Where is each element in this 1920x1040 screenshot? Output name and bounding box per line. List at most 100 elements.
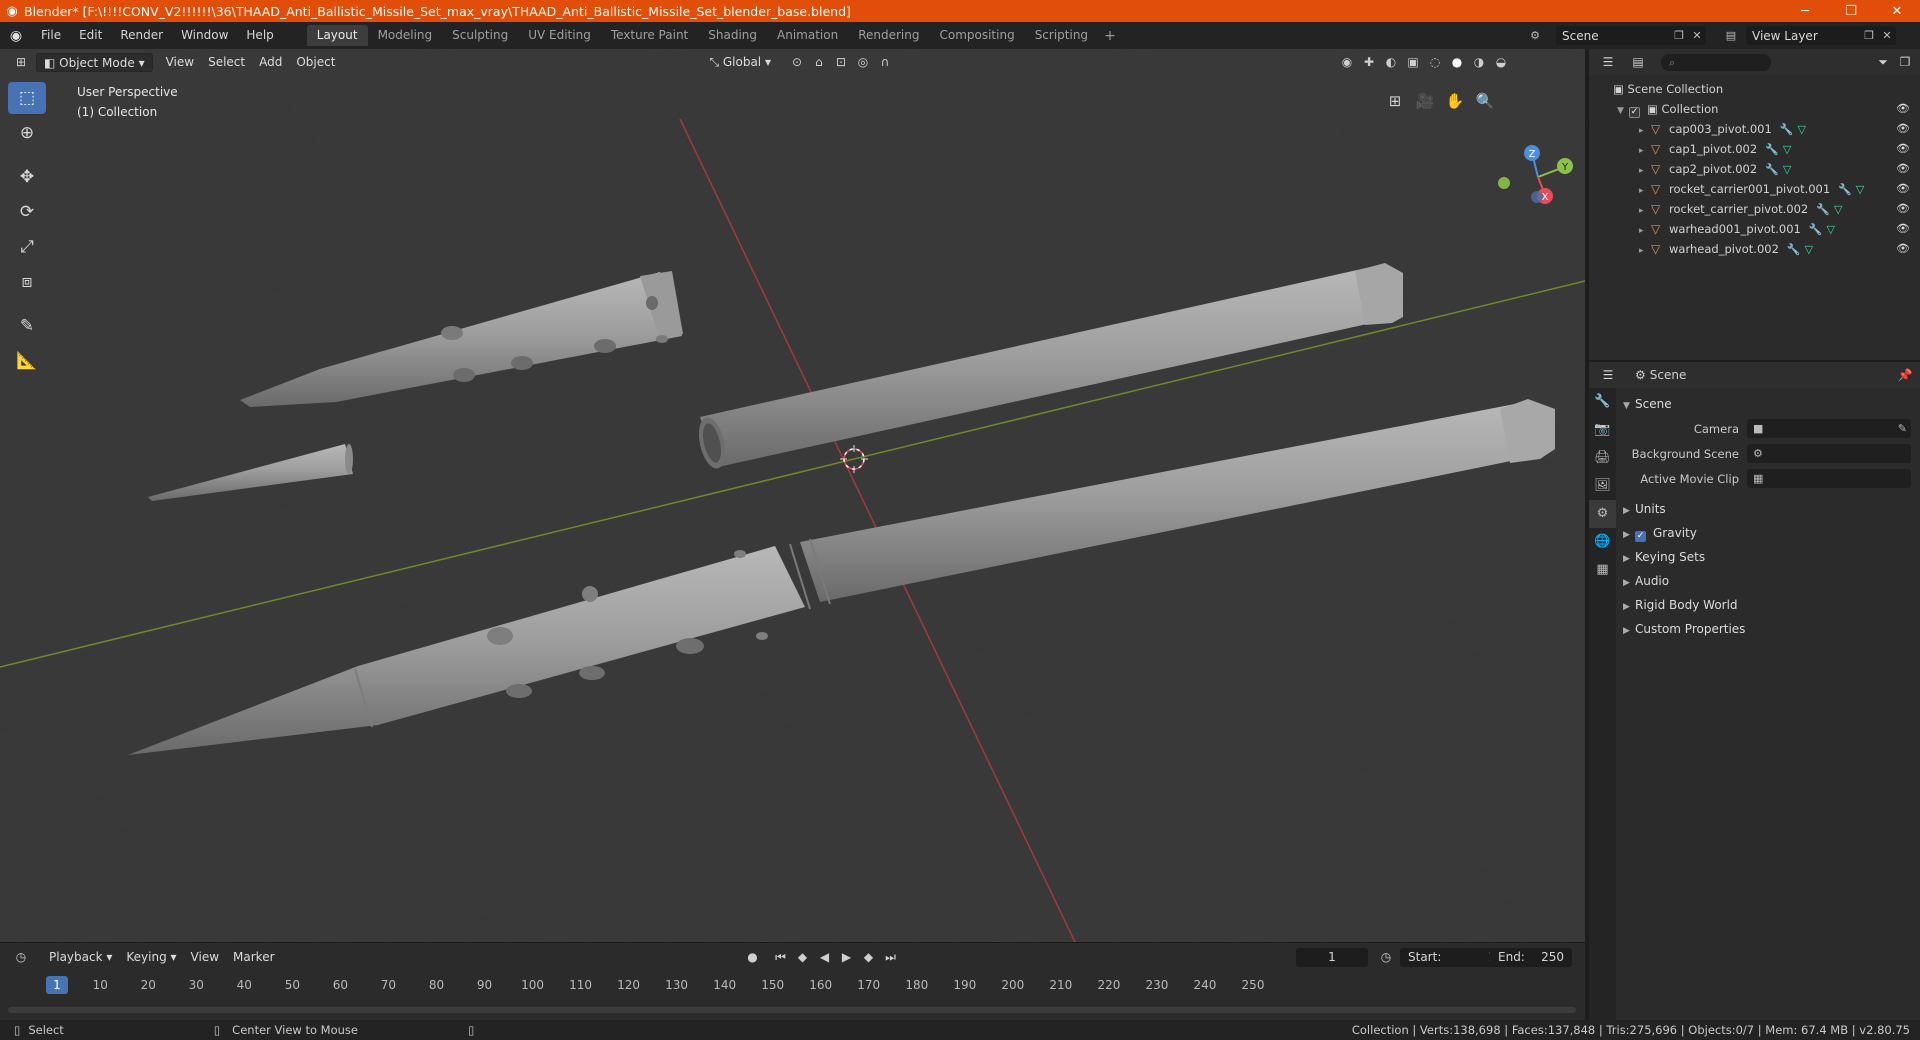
tool-tab-icon[interactable]: 🔧 <box>1589 388 1616 416</box>
viewport-menu-add[interactable]: Add <box>252 53 289 72</box>
menu-edit[interactable]: Edit <box>70 22 111 49</box>
properties-editor-type-icon[interactable]: ☰ <box>1597 366 1619 385</box>
tab-uv-editing[interactable]: UV Editing <box>518 25 601 46</box>
camera-view-icon[interactable]: 🎥 <box>1410 87 1440 115</box>
rendered-shading-icon[interactable]: ◒ <box>1490 53 1512 72</box>
tab-shading[interactable]: Shading <box>698 25 767 46</box>
timeline-scrollbar[interactable] <box>8 1007 1576 1013</box>
timeline-menu-playback[interactable]: Playback ▾ <box>42 948 119 967</box>
minimize-button[interactable]: ─ <box>1782 0 1828 22</box>
timeline-menu-keying[interactable]: Keying ▾ <box>119 948 183 967</box>
modifier-wrench-icon[interactable]: 🔧 <box>1816 203 1830 216</box>
new-collection-icon[interactable]: ❐ <box>1894 53 1916 72</box>
annotate-tool-icon[interactable]: ✎ <box>8 310 46 342</box>
modifier-wrench-icon[interactable]: 🔧 <box>1809 223 1823 236</box>
timeline-editor-type-icon[interactable]: ◷ <box>10 948 32 967</box>
snap-icon[interactable]: ⌂ <box>808 53 830 72</box>
timeline-ruler[interactable]: 1 10 20 30 40 50 60 70 80 90 100 110 120 130 140 150 160… <box>8 975 1576 997</box>
outliner-editor-type-icon[interactable]: ☰ <box>1597 53 1619 72</box>
timeline-menu-marker[interactable]: Marker <box>226 948 281 967</box>
pan-hand-icon[interactable]: ✋ <box>1440 87 1470 115</box>
gizmo-toggle-icon[interactable]: ✚ <box>1358 53 1380 72</box>
mesh-data-icon[interactable]: ▽ <box>1783 163 1791 176</box>
jump-end-icon[interactable]: ⏭ <box>880 948 902 967</box>
view-layer-selector[interactable]: View Layer ❐ ✕ <box>1746 26 1896 45</box>
eye-icon[interactable]: 👁 <box>1896 199 1910 219</box>
background-scene-field[interactable]: ⚙ <box>1747 444 1911 463</box>
material-shading-icon[interactable]: ◑ <box>1468 53 1490 72</box>
eye-icon[interactable]: 👁 <box>1896 239 1910 259</box>
gravity-checkbox[interactable]: ✓ <box>1635 531 1646 542</box>
editor-type-icon[interactable]: ⊞ <box>10 53 32 72</box>
timeline-menu-view[interactable]: View <box>184 948 226 967</box>
mesh-data-icon[interactable]: ▽ <box>1827 223 1835 236</box>
eye-icon[interactable]: 👁 <box>1896 139 1910 159</box>
modifier-wrench-icon[interactable]: 🔧 <box>1765 163 1779 176</box>
outliner-object-row[interactable]: ▸ ▽ warhead_pivot.002 🔧 ▽ 👁 <box>1589 239 1920 259</box>
menu-help[interactable]: Help <box>237 22 282 49</box>
viewport-menu-select[interactable]: Select <box>201 53 252 72</box>
tab-texture-paint[interactable]: Texture Paint <box>601 25 698 46</box>
camera-field[interactable]: ■ ✎ <box>1747 419 1911 438</box>
tab-animation[interactable]: Animation <box>767 25 848 46</box>
modifier-wrench-icon[interactable]: 🔧 <box>1780 123 1794 136</box>
collapse-triangle-icon[interactable]: ▼ <box>1617 101 1629 121</box>
zoom-icon[interactable]: 🔍 <box>1470 87 1500 115</box>
outliner-collection[interactable]: ▼ ✓ ▣ Collection 👁 <box>1589 99 1920 119</box>
new-view-layer-icon[interactable]: ❐ <box>1860 26 1878 45</box>
close-button[interactable]: ✕ <box>1874 0 1920 22</box>
add-workspace-icon[interactable]: + <box>1098 28 1122 44</box>
pivot-point-icon[interactable]: ⊙ <box>786 53 808 72</box>
select-box-tool-icon[interactable]: ⬚ <box>8 82 46 114</box>
visibility-icon[interactable]: ◉ <box>1336 53 1358 72</box>
eye-icon[interactable]: 👁 <box>1896 99 1910 119</box>
grid-view-icon[interactable]: ⊞ <box>1380 87 1410 115</box>
jump-start-icon[interactable]: ⏮ <box>770 948 792 967</box>
new-scene-icon[interactable]: ❐ <box>1670 26 1688 45</box>
current-frame-indicator[interactable]: 1 <box>46 976 68 994</box>
viewport-menu-view[interactable]: View <box>159 53 201 72</box>
solid-shading-icon[interactable]: ● <box>1446 53 1468 72</box>
filter-icon[interactable]: ⏷ <box>1872 53 1894 72</box>
delete-view-layer-icon[interactable]: ✕ <box>1878 26 1896 45</box>
mesh-data-icon[interactable]: ▽ <box>1856 183 1864 196</box>
overlays-icon[interactable]: ◐ <box>1380 53 1402 72</box>
tab-compositing[interactable]: Compositing <box>929 25 1024 46</box>
eye-icon[interactable]: 👁 <box>1896 119 1910 139</box>
tab-modeling[interactable]: Modeling <box>368 25 443 46</box>
viewport-menu-object[interactable]: Object <box>289 53 342 72</box>
proportional-edit-icon[interactable]: ◎ <box>852 53 874 72</box>
prev-keyframe-icon[interactable]: ◆ <box>792 948 814 967</box>
tab-rendering[interactable]: Rendering <box>848 25 929 46</box>
record-icon[interactable]: ● <box>742 948 764 967</box>
scene-panel-header[interactable]: ▼ Scene <box>1619 392 1917 416</box>
preview-range-icon[interactable]: ◷ <box>1375 948 1397 967</box>
mesh-data-icon[interactable]: ▽ <box>1834 203 1842 216</box>
render-tab-icon[interactable]: 📷 <box>1589 416 1616 444</box>
scene-tab-icon[interactable]: ⚙ <box>1589 500 1616 528</box>
menu-window[interactable]: Window <box>172 22 237 49</box>
expand-triangle-icon[interactable]: ▸ <box>1639 201 1651 221</box>
keying-sets-panel-header[interactable]: ▶ Keying Sets <box>1619 545 1917 569</box>
scene-selector[interactable]: Scene ❐ ✕ <box>1556 26 1706 45</box>
falloff-icon[interactable]: ∩ <box>874 53 896 72</box>
eye-icon[interactable]: 👁 <box>1896 159 1910 179</box>
wireframe-shading-icon[interactable]: ◌ <box>1424 53 1446 72</box>
tab-layout[interactable]: Layout <box>306 25 368 46</box>
cursor-tool-icon[interactable]: ⊕ <box>8 117 46 149</box>
texture-tab-icon[interactable]: ▦ <box>1589 556 1616 584</box>
outliner-object-row[interactable]: ▸ ▽ cap2_pivot.002 🔧 ▽ 👁 <box>1589 159 1920 179</box>
expand-triangle-icon[interactable]: ▸ <box>1639 141 1651 161</box>
rotate-tool-icon[interactable]: ⟳ <box>8 196 46 228</box>
expand-triangle-icon[interactable]: ▸ <box>1639 181 1651 201</box>
active-movie-clip-field[interactable]: ▦ <box>1747 469 1911 488</box>
audio-panel-header[interactable]: ▶ Audio <box>1619 569 1917 593</box>
delete-scene-icon[interactable]: ✕ <box>1688 26 1706 45</box>
mesh-data-icon[interactable]: ▽ <box>1805 243 1813 256</box>
transform-orientation-dropdown[interactable]: ⤡ Global ▾ <box>702 53 778 72</box>
expand-triangle-icon[interactable]: ▸ <box>1639 241 1651 261</box>
mesh-data-icon[interactable]: ▽ <box>1798 123 1806 136</box>
expand-triangle-icon[interactable]: ▸ <box>1639 161 1651 181</box>
scale-tool-icon[interactable]: ⤢ <box>8 231 46 263</box>
move-tool-icon[interactable]: ✥ <box>8 161 46 193</box>
